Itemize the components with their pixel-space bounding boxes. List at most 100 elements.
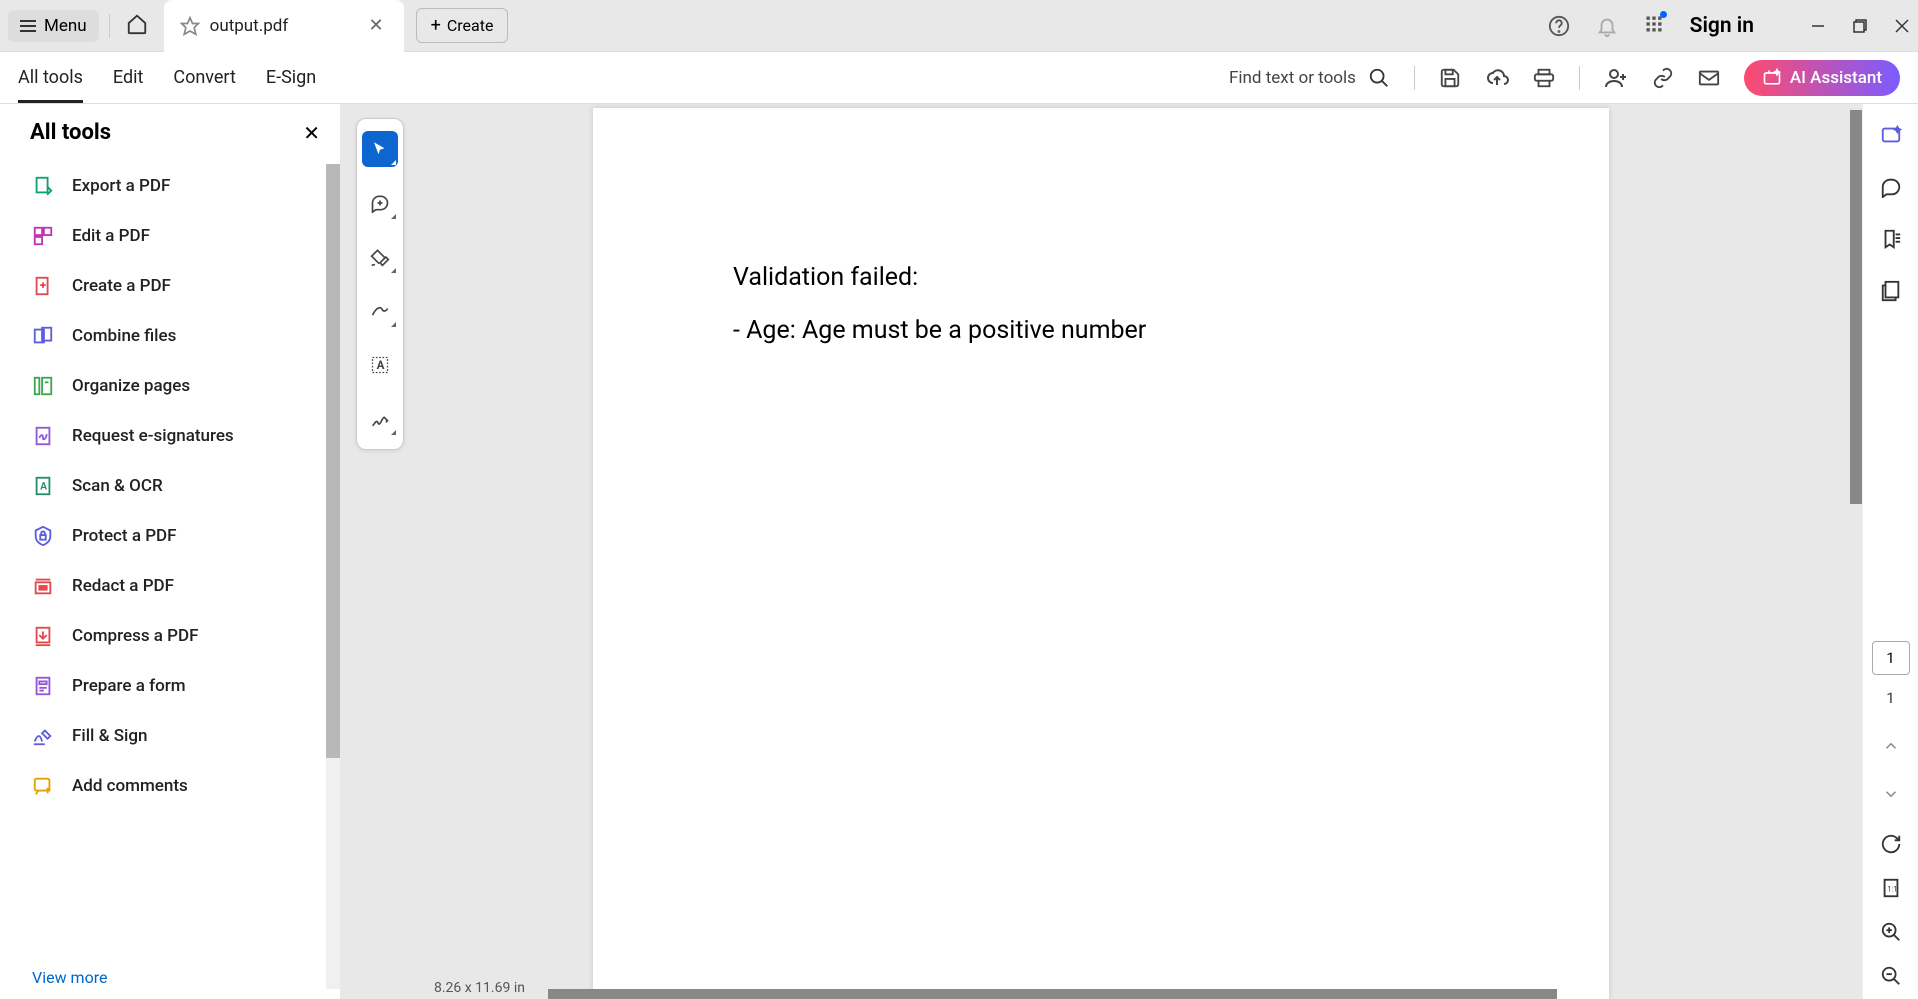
tab-title: output.pdf <box>210 16 355 36</box>
document-text-line2: - Age: Age must be a positive number <box>733 316 1469 345</box>
tool-item-request-e-signatures[interactable]: Request e-signatures <box>20 411 330 461</box>
create-button[interactable]: + Create <box>416 8 509 43</box>
tool-icon <box>32 575 54 597</box>
tool-label: Organize pages <box>72 376 190 396</box>
tool-item-protect-a-pdf[interactable]: Protect a PDF <box>20 511 330 561</box>
page-dimensions: 8.26 x 11.69 in <box>428 977 531 999</box>
tool-item-edit-a-pdf[interactable]: Edit a PDF <box>20 211 330 261</box>
print-icon[interactable] <box>1533 67 1555 89</box>
prev-page-button[interactable] <box>1882 737 1900 755</box>
ai-assistant-button[interactable]: AI Assistant <box>1744 60 1900 96</box>
svg-text:A: A <box>40 482 47 493</box>
highlight-tool[interactable] <box>362 239 398 275</box>
search-button[interactable]: Find text or tools <box>1229 67 1390 89</box>
title-bar: Menu output.pdf ✕ + Create Sign in <box>0 0 1918 52</box>
tool-label: Combine files <box>72 326 176 346</box>
minimize-icon[interactable] <box>1810 18 1826 34</box>
comments-panel-icon[interactable] <box>1880 176 1902 198</box>
hamburger-icon <box>20 20 36 32</box>
save-icon[interactable] <box>1439 67 1461 89</box>
star-icon <box>180 16 200 36</box>
svg-text:A: A <box>377 358 385 372</box>
ai-label: AI Assistant <box>1790 68 1882 88</box>
draw-tool[interactable] <box>362 293 398 329</box>
left-panel: All tools ✕ Export a PDF Edit a PDF Create… <box>0 104 340 999</box>
tool-list: Export a PDF Edit a PDF Create a PDF Combin… <box>0 155 340 956</box>
help-icon[interactable] <box>1548 15 1570 37</box>
document-text-line1: Validation failed: <box>733 263 1469 292</box>
comment-tool[interactable] <box>362 185 398 221</box>
cloud-upload-icon[interactable] <box>1485 66 1509 90</box>
apps-icon[interactable] <box>1644 14 1664 38</box>
tab-close-button[interactable]: ✕ <box>365 15 388 36</box>
floating-toolbar: A <box>356 118 404 450</box>
total-pages: 1 <box>1886 689 1894 707</box>
tool-icon <box>32 425 54 447</box>
tool-label: Export a PDF <box>72 176 170 196</box>
text-select-tool[interactable]: A <box>362 347 398 383</box>
create-label: Create <box>447 16 494 35</box>
zoom-out-icon[interactable] <box>1880 965 1902 987</box>
document-tab[interactable]: output.pdf ✕ <box>164 0 404 52</box>
tool-item-prepare-a-form[interactable]: Prepare a form <box>20 661 330 711</box>
close-icon[interactable] <box>1894 18 1910 34</box>
nav-tabs: All tools Edit Convert E-Sign <box>18 53 316 102</box>
thumbnails-panel-icon[interactable] <box>1880 280 1902 302</box>
nav-tab-all-tools[interactable]: All tools <box>18 53 83 102</box>
menu-label: Menu <box>44 16 87 36</box>
fit-page-icon[interactable]: 1:1 <box>1880 877 1902 899</box>
tool-icon <box>32 675 54 697</box>
document-horizontal-scrollbar[interactable] <box>548 989 1842 999</box>
tool-item-scan-ocr[interactable]: A Scan & OCR <box>20 461 330 511</box>
tool-label: Protect a PDF <box>72 526 177 546</box>
next-page-button[interactable] <box>1882 785 1900 803</box>
tool-label: Compress a PDF <box>72 626 199 646</box>
search-label: Find text or tools <box>1229 68 1356 88</box>
right-rail: 1 1:1 <box>1862 104 1918 999</box>
tool-icon <box>32 375 54 397</box>
view-more-link[interactable]: View more <box>0 956 340 999</box>
maximize-icon[interactable] <box>1852 18 1868 34</box>
tool-item-combine-files[interactable]: Combine files <box>20 311 330 361</box>
search-icon <box>1368 67 1390 89</box>
tool-icon <box>32 775 54 797</box>
nav-tab-convert[interactable]: Convert <box>173 53 236 102</box>
sign-tool[interactable] <box>362 401 398 437</box>
home-icon <box>126 13 148 35</box>
zoom-in-icon[interactable] <box>1880 921 1902 943</box>
nav-tab-edit[interactable]: Edit <box>113 53 143 102</box>
mail-icon[interactable] <box>1698 67 1720 89</box>
add-person-icon[interactable] <box>1604 66 1628 90</box>
tool-item-create-a-pdf[interactable]: Create a PDF <box>20 261 330 311</box>
rotate-icon[interactable] <box>1880 833 1902 855</box>
nav-bar: All tools Edit Convert E-Sign Find text … <box>0 52 1918 104</box>
tool-item-redact-a-pdf[interactable]: Redact a PDF <box>20 561 330 611</box>
main-area: All tools ✕ Export a PDF Edit a PDF Create… <box>0 104 1918 999</box>
panel-close-button[interactable]: ✕ <box>303 121 320 145</box>
tool-label: Edit a PDF <box>72 226 150 246</box>
tool-item-add-comments[interactable]: Add comments <box>20 761 330 811</box>
sign-in-button[interactable]: Sign in <box>1690 14 1754 38</box>
document-area: A Validation failed: - Age: Age must be … <box>340 104 1862 999</box>
panel-scrollbar[interactable] <box>326 164 340 989</box>
tool-item-fill-sign[interactable]: Fill & Sign <box>20 711 330 761</box>
menu-button[interactable]: Menu <box>8 10 99 42</box>
tool-icon <box>32 725 54 747</box>
tool-label: Scan & OCR <box>72 476 163 496</box>
document-vertical-scrollbar[interactable] <box>1850 110 1862 504</box>
ai-sparkle-icon <box>1762 68 1782 88</box>
bookmarks-panel-icon[interactable] <box>1880 228 1902 250</box>
bell-icon[interactable] <box>1596 15 1618 37</box>
panel-title: All tools <box>30 120 111 145</box>
ai-panel-icon[interactable] <box>1880 124 1902 146</box>
link-icon[interactable] <box>1652 67 1674 89</box>
current-page-input[interactable] <box>1872 641 1910 675</box>
tool-item-compress-a-pdf[interactable]: Compress a PDF <box>20 611 330 661</box>
home-button[interactable] <box>120 7 154 45</box>
select-tool[interactable] <box>362 131 398 167</box>
tool-item-organize-pages[interactable]: Organize pages <box>20 361 330 411</box>
document-viewport[interactable]: Validation failed: - Age: Age must be a … <box>340 104 1862 999</box>
nav-tab-esign[interactable]: E-Sign <box>266 53 316 102</box>
tool-label: Request e-signatures <box>72 426 234 446</box>
tool-item-export-a-pdf[interactable]: Export a PDF <box>20 161 330 211</box>
